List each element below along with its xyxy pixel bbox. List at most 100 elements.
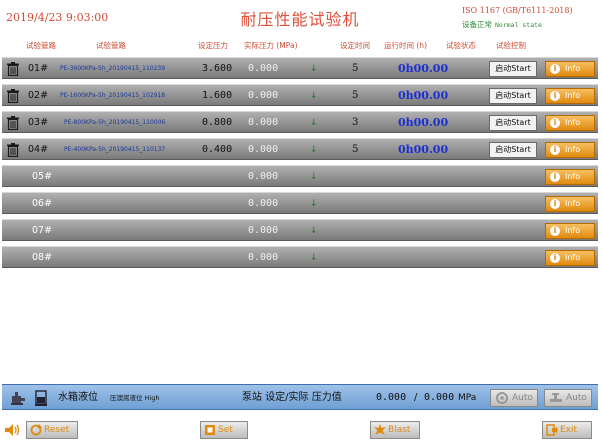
- pump-actual-pressure: 0.000: [424, 392, 455, 403]
- table-row: 03# PE-800KPa-5h_20190415_110006 0.800 0…: [2, 111, 598, 133]
- info-icon: i: [550, 91, 560, 101]
- tank-icon: [35, 390, 47, 406]
- col-head-set-pressure: 设定压力: [198, 41, 228, 50]
- reset-button[interactable]: Reset: [26, 421, 78, 439]
- exit-button[interactable]: Exit: [542, 421, 592, 439]
- standard-label: ISO 1167 (GB/T6111-2018): [462, 6, 573, 15]
- row-index: 01#: [28, 63, 49, 74]
- info-button[interactable]: i Info: [545, 142, 595, 158]
- pressure-separator: /: [414, 392, 418, 403]
- pipe-name[interactable]: PE-400KPa-5h_20190415_110137: [64, 139, 165, 161]
- trash-icon[interactable]: [7, 143, 19, 157]
- trash-icon[interactable]: [7, 62, 19, 76]
- set-time[interactable]: 5: [352, 139, 358, 161]
- device-status-en: Normal state: [495, 21, 542, 29]
- exit-label: Exit: [560, 425, 578, 435]
- auto-button-1[interactable]: Auto: [490, 389, 538, 407]
- trash-icon[interactable]: [7, 116, 19, 130]
- info-button[interactable]: i Info: [545, 169, 595, 185]
- row-index: 04#: [28, 144, 49, 155]
- table-row: 02# PE-1600KPa-5h_20190415_102918 1.600 …: [2, 84, 598, 106]
- down-arrow-icon: ↓: [310, 118, 318, 128]
- run-time: 0h00.00: [398, 89, 449, 102]
- col-head-test-control: 试验控制: [496, 41, 526, 50]
- col-head-test-status: 试验状态: [446, 41, 476, 50]
- info-icon: i: [550, 172, 560, 182]
- info-button[interactable]: i Info: [545, 61, 595, 77]
- run-time: 0h00.00: [398, 116, 449, 129]
- trash-icon[interactable]: [7, 89, 19, 103]
- pump-set-pressure[interactable]: 0.000: [376, 385, 406, 411]
- set-time[interactable]: 3: [352, 112, 358, 134]
- info-icon: i: [550, 64, 560, 74]
- gear-icon: [496, 392, 508, 404]
- valve-icon: [550, 393, 562, 402]
- device-status: 设备正常 Normal state: [462, 19, 542, 30]
- col-head-run-time: 运行时间 (h): [384, 41, 427, 50]
- set-pressure[interactable]: 0.800: [202, 112, 232, 134]
- down-arrow-icon: ↓: [310, 145, 318, 155]
- datetime: 2019/4/23 9:03:00: [6, 11, 109, 24]
- speaker-icon[interactable]: [4, 422, 20, 438]
- start-button[interactable]: 启动Start: [489, 115, 537, 131]
- info-button[interactable]: i Info: [545, 223, 595, 239]
- col-head-pipe-name: 试验管路: [96, 41, 126, 50]
- table-row: 05# 0.000 ↓ i Info: [2, 165, 598, 187]
- info-icon: i: [550, 199, 560, 209]
- down-arrow-icon: ↓: [310, 226, 318, 236]
- info-label: Info: [565, 199, 581, 208]
- table-row: 07# 0.000 ↓ i Info: [2, 219, 598, 241]
- info-label: Info: [565, 172, 581, 181]
- info-label: Info: [565, 145, 581, 154]
- actual-pressure: 0.000: [248, 225, 279, 236]
- tank-level-label: 水箱液位: [58, 392, 98, 403]
- table-row: 04# PE-400KPa-5h_20190415_110137 0.400 0…: [2, 138, 598, 160]
- set-button[interactable]: Set: [200, 421, 248, 439]
- set-label: Set: [218, 425, 233, 435]
- info-label: Info: [565, 64, 581, 73]
- reset-icon: [30, 424, 42, 436]
- col-head-actual-pressure: 实际压力 (MPa): [244, 41, 298, 50]
- down-arrow-icon: ↓: [310, 253, 318, 263]
- device-status-cn: 设备正常: [462, 20, 492, 29]
- set-time[interactable]: 5: [352, 85, 358, 107]
- page-title: 耐压性能试验机: [240, 10, 360, 29]
- pipe-name[interactable]: PE-1600KPa-5h_20190415_102918: [60, 85, 165, 107]
- start-button[interactable]: 启动Start: [489, 142, 537, 158]
- auto-label-1: Auto: [512, 393, 533, 403]
- start-button[interactable]: 启动Start: [489, 88, 537, 104]
- row-index: 03#: [28, 117, 49, 128]
- info-button[interactable]: i Info: [545, 250, 595, 266]
- blast-button[interactable]: Blast: [370, 421, 420, 439]
- info-label: Info: [565, 118, 581, 127]
- down-arrow-icon: ↓: [310, 64, 318, 74]
- blast-label: Blast: [388, 425, 411, 435]
- start-button[interactable]: 启动Start: [489, 61, 537, 77]
- row-index: 02#: [28, 90, 49, 101]
- set-time[interactable]: 5: [352, 58, 358, 80]
- pipe-name[interactable]: PE-3600KPa-5h_20190415_110239: [60, 58, 165, 80]
- row-index: 05#: [32, 171, 53, 182]
- pump-icon: [11, 392, 25, 405]
- row-index: 06#: [32, 198, 53, 209]
- set-pressure[interactable]: 1.600: [202, 85, 232, 107]
- row-index: 07#: [32, 225, 53, 236]
- pipe-name[interactable]: PE-800KPa-5h_20190415_110006: [64, 112, 165, 134]
- actual-pressure: 0.000: [248, 144, 279, 155]
- actual-pressure: 0.000: [248, 90, 279, 101]
- set-pressure[interactable]: 0.400: [202, 139, 232, 161]
- run-time: 0h00.00: [398, 62, 449, 75]
- set-pressure[interactable]: 3.600: [202, 58, 232, 80]
- info-button[interactable]: i Info: [545, 88, 595, 104]
- auto-button-2[interactable]: Auto: [544, 389, 592, 407]
- reset-label: Reset: [44, 425, 70, 435]
- auto-label-2: Auto: [566, 393, 587, 403]
- row-index: 08#: [32, 252, 53, 263]
- info-button[interactable]: i Info: [545, 196, 595, 212]
- tank-level-value: 压澳嵩液位 High: [110, 394, 160, 402]
- info-icon: i: [550, 253, 560, 263]
- info-button[interactable]: i Info: [545, 115, 595, 131]
- actual-pressure: 0.000: [248, 171, 279, 182]
- info-label: Info: [565, 91, 581, 100]
- col-head-set-time: 设定时间: [340, 41, 370, 50]
